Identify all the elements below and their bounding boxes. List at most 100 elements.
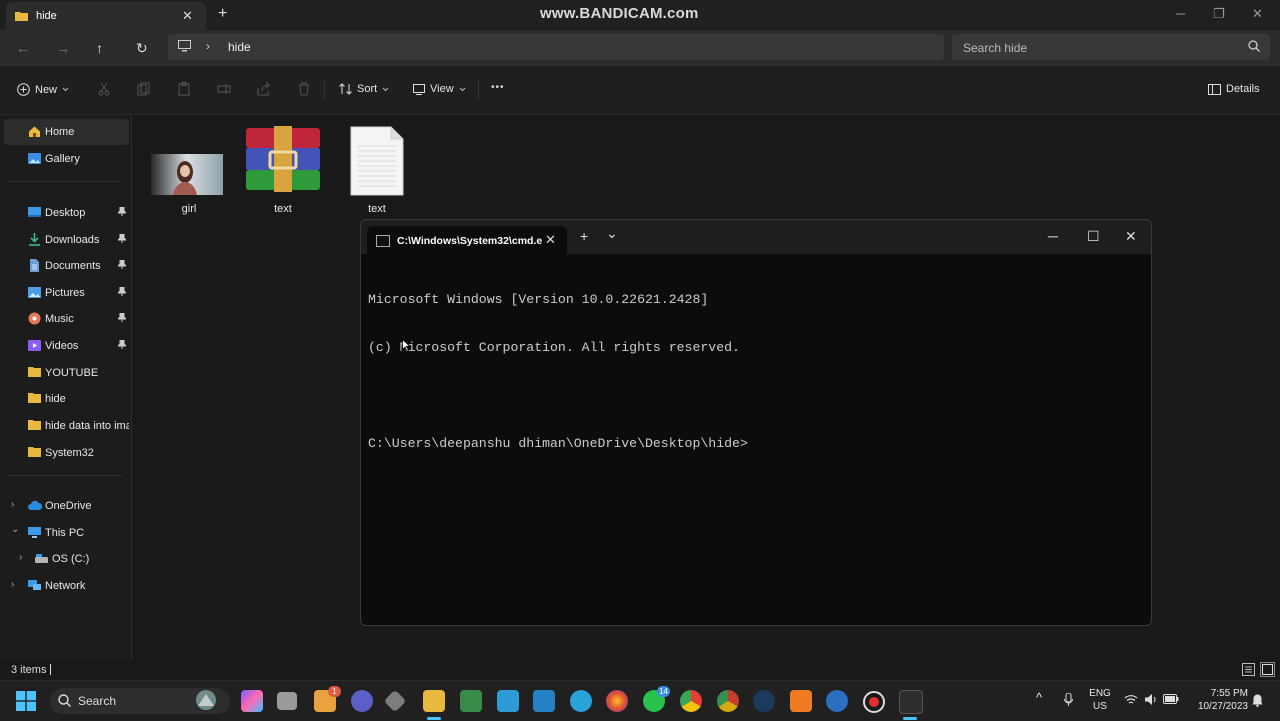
wifi-icon[interactable] — [1124, 694, 1138, 705]
this-pc-icon — [28, 526, 41, 539]
expand-chevron-icon[interactable]: › — [11, 579, 14, 590]
sidebar-item-label: Videos — [45, 340, 79, 352]
file-explorer-icon[interactable] — [423, 690, 445, 712]
new-tab-button[interactable]: + — [218, 5, 227, 23]
sidebar-item-onedrive[interactable]: › OneDrive — [0, 493, 131, 519]
details-view-icon[interactable] — [1242, 663, 1255, 676]
search-box[interactable]: Search hide — [952, 34, 1270, 60]
close-tab-icon[interactable]: ✕ — [545, 232, 556, 248]
file-item-girl[interactable]: girl — [149, 125, 229, 215]
taskbar-search-box[interactable]: Search — [50, 688, 230, 714]
microphone-icon[interactable] — [1064, 693, 1073, 707]
hex-app-icon[interactable] — [383, 689, 407, 713]
console-output[interactable]: Microsoft Windows [Version 10.0.22621.24… — [368, 260, 748, 484]
firefox-icon[interactable] — [606, 690, 628, 712]
xampp-icon[interactable] — [790, 690, 812, 712]
file-history-icon[interactable]: 1 — [314, 686, 341, 712]
app-blue-icon[interactable] — [826, 690, 848, 712]
bandicam-watermark: www.BANDICAM.com — [540, 5, 699, 22]
drive-icon — [35, 552, 48, 565]
terminal-maximize-button[interactable]: ☐ — [1087, 228, 1100, 245]
terminal-minimize-button[interactable]: ─ — [1048, 228, 1058, 244]
volume-icon[interactable] — [1144, 693, 1158, 706]
view-button[interactable]: View — [413, 83, 466, 95]
sidebar-item-documents[interactable]: Documents — [0, 253, 131, 279]
sidebar-item-gallery[interactable]: Gallery — [0, 146, 131, 172]
sort-button-label: Sort — [357, 83, 378, 95]
show-hidden-icons-button[interactable]: ^ — [1036, 691, 1042, 704]
home-icon — [28, 125, 41, 138]
expand-chevron-icon[interactable]: › — [11, 499, 14, 510]
large-icons-view-icon[interactable] — [1260, 662, 1275, 677]
sidebar-item-music[interactable]: Music — [0, 306, 131, 332]
minimize-button[interactable]: ─ — [1176, 6, 1185, 21]
close-tab-icon[interactable]: ✕ — [182, 8, 193, 24]
sidebar-item-label: This PC — [45, 527, 85, 539]
steam-icon[interactable] — [753, 690, 775, 712]
cmd-icon — [376, 235, 390, 247]
sidebar-item-os-drive[interactable]: › OS (C:) — [0, 546, 131, 572]
refresh-button[interactable]: ↻ — [136, 40, 148, 57]
rename-icon[interactable] — [217, 82, 231, 96]
text-document-icon — [350, 126, 404, 196]
delete-icon[interactable] — [297, 82, 311, 96]
sidebar-item-home[interactable]: Home — [4, 119, 129, 145]
sidebar-item-desktop[interactable]: Desktop — [0, 200, 131, 226]
file-item-text-rar[interactable]: text — [243, 125, 323, 215]
address-bar[interactable]: › hide — [168, 34, 944, 60]
terminal-tab[interactable]: C:\Windows\System32\cmd.e ✕ — [367, 226, 567, 254]
sort-button[interactable]: Sort — [339, 83, 389, 95]
notification-bell-icon[interactable] — [1252, 694, 1263, 707]
sidebar-divider — [8, 181, 123, 182]
sidebar-item-this-pc[interactable]: ⌄ This PC — [0, 520, 131, 546]
profile-dropdown-button[interactable]: ⌄ — [606, 225, 618, 242]
restore-button[interactable]: ❐ — [1213, 6, 1225, 22]
terminal-icon[interactable] — [899, 690, 923, 714]
input-language-indicator[interactable]: ENG US — [1086, 687, 1114, 713]
whatsapp-icon[interactable]: 14 — [643, 686, 670, 712]
vscode-icon[interactable] — [533, 690, 555, 712]
sidebar-item-youtube[interactable]: YOUTUBE — [0, 360, 131, 386]
task-view-icon[interactable] — [277, 692, 297, 710]
sidebar-item-hide-data-into-image[interactable]: hide data into imag — [0, 413, 131, 439]
chrome-canary-icon[interactable] — [717, 690, 739, 712]
chrome-icon[interactable] — [680, 690, 702, 712]
details-button[interactable]: Details — [1208, 83, 1260, 95]
collapse-chevron-icon[interactable]: ⌄ — [11, 524, 19, 535]
up-button[interactable]: ↑ — [96, 40, 103, 56]
office-icon[interactable] — [497, 690, 519, 712]
clock[interactable]: 7:55 PM 10/27/2023 — [1186, 687, 1248, 713]
paste-icon[interactable] — [177, 82, 191, 96]
sourcetree-icon[interactable] — [460, 690, 482, 712]
new-terminal-tab-button[interactable]: + — [580, 228, 588, 244]
pin-icon — [118, 340, 126, 349]
sidebar-item-system32[interactable]: System32 — [0, 440, 131, 466]
status-divider — [50, 664, 51, 675]
new-button[interactable]: New — [17, 83, 69, 96]
close-window-button[interactable]: ✕ — [1252, 6, 1263, 22]
copilot-icon[interactable] — [241, 690, 263, 712]
cut-icon[interactable] — [97, 82, 111, 96]
sidebar-item-downloads[interactable]: Downloads — [0, 227, 131, 253]
start-button-icon[interactable] — [16, 691, 36, 711]
forward-button[interactable]: → — [56, 40, 70, 56]
notification-badge: 1 — [328, 686, 341, 697]
file-item-text-document[interactable]: text — [337, 125, 417, 215]
battery-icon[interactable] — [1163, 694, 1179, 704]
share-icon[interactable] — [257, 82, 271, 96]
sidebar-item-videos[interactable]: Videos — [0, 333, 131, 359]
sidebar-item-hide[interactable]: hide — [0, 386, 131, 412]
back-button[interactable]: ← — [16, 40, 30, 56]
terminal-window[interactable]: C:\Windows\System32\cmd.e ✕ + ⌄ ─ ☐ ✕ Mi… — [360, 219, 1152, 626]
expand-chevron-icon[interactable]: › — [19, 552, 22, 563]
bandicam-record-icon[interactable] — [863, 691, 885, 713]
breadcrumb-hide[interactable]: hide — [228, 40, 251, 54]
sidebar-item-network[interactable]: › Network — [0, 573, 131, 599]
telegram-icon[interactable] — [570, 690, 592, 712]
meet-icon[interactable] — [351, 690, 373, 712]
more-options-button[interactable]: ••• — [491, 82, 505, 93]
sidebar-item-pictures[interactable]: Pictures — [0, 280, 131, 306]
copy-icon[interactable] — [137, 82, 151, 96]
explorer-tab[interactable]: hide ✕ — [6, 2, 206, 30]
terminal-close-button[interactable]: ✕ — [1125, 228, 1137, 245]
